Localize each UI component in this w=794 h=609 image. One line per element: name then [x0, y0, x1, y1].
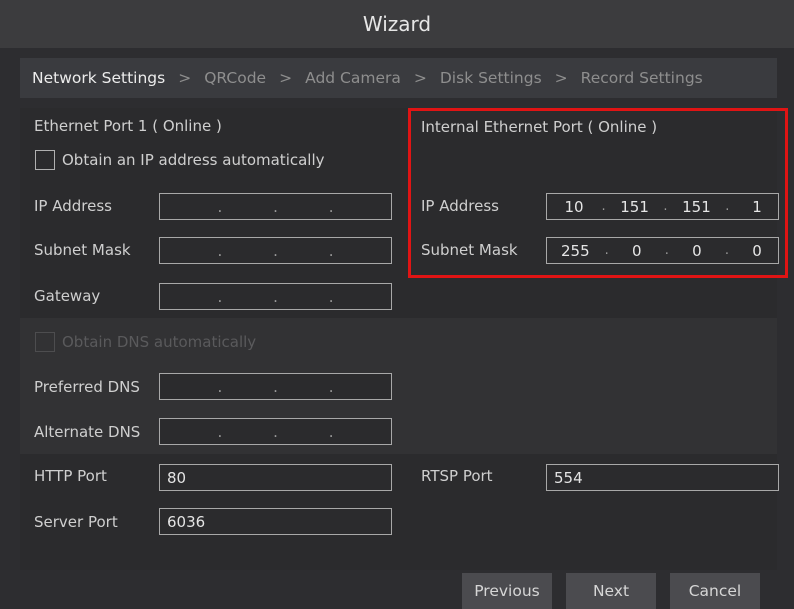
title-bar: Wizard	[0, 0, 794, 48]
step-qrcode[interactable]: QRCode	[204, 69, 266, 87]
step-record-settings[interactable]: Record Settings	[581, 69, 703, 87]
rtsp-port-label: RTSP Port	[421, 467, 493, 485]
server-port-input[interactable]: 6036	[159, 508, 392, 535]
step-add-camera[interactable]: Add Camera	[305, 69, 401, 87]
auto-ip-checkbox[interactable]	[35, 150, 55, 170]
previous-label: Previous	[474, 582, 540, 600]
ip-address-input[interactable]: ...	[159, 193, 392, 220]
server-port-label: Server Port	[34, 513, 118, 531]
http-port-value: 80	[167, 468, 187, 487]
server-port-value: 6036	[167, 512, 206, 531]
auto-ip-label: Obtain an IP address automatically	[62, 151, 325, 169]
step-separator: >	[279, 69, 293, 87]
auto-dns-label: Obtain DNS automatically	[62, 333, 257, 351]
step-separator: >	[554, 69, 568, 87]
gateway-input[interactable]: ...	[159, 283, 392, 310]
http-port-input[interactable]: 80	[159, 464, 392, 491]
rtsp-port-input[interactable]: 554	[546, 464, 779, 491]
subnet-mask-label: Subnet Mask	[34, 241, 131, 259]
alternate-dns-input[interactable]: ...	[159, 418, 392, 445]
highlight-box	[408, 108, 788, 278]
step-disk-settings[interactable]: Disk Settings	[440, 69, 542, 87]
window-title: Wizard	[362, 12, 432, 36]
step-separator: >	[413, 69, 427, 87]
auto-dns-checkbox[interactable]	[35, 332, 55, 352]
cancel-button[interactable]: Cancel	[670, 573, 760, 609]
alternate-dns-label: Alternate DNS	[34, 423, 141, 441]
gateway-label: Gateway	[34, 287, 101, 305]
subnet-mask-input[interactable]: ...	[159, 237, 392, 264]
rtsp-port-value: 554	[554, 468, 583, 487]
step-separator: >	[178, 69, 192, 87]
wizard-steps: Network Settings > QRCode > Add Camera >…	[20, 58, 777, 98]
ip-address-label: IP Address	[34, 197, 112, 215]
next-label: Next	[592, 582, 630, 600]
http-port-label: HTTP Port	[34, 467, 107, 485]
previous-button[interactable]: Previous	[462, 573, 552, 609]
next-button[interactable]: Next	[566, 573, 656, 609]
ethernet1-title: Ethernet Port 1 ( Online )	[34, 117, 222, 135]
step-network-settings[interactable]: Network Settings	[32, 69, 165, 87]
cancel-label: Cancel	[688, 582, 742, 600]
preferred-dns-label: Preferred DNS	[34, 378, 140, 396]
preferred-dns-input[interactable]: ...	[159, 373, 392, 400]
